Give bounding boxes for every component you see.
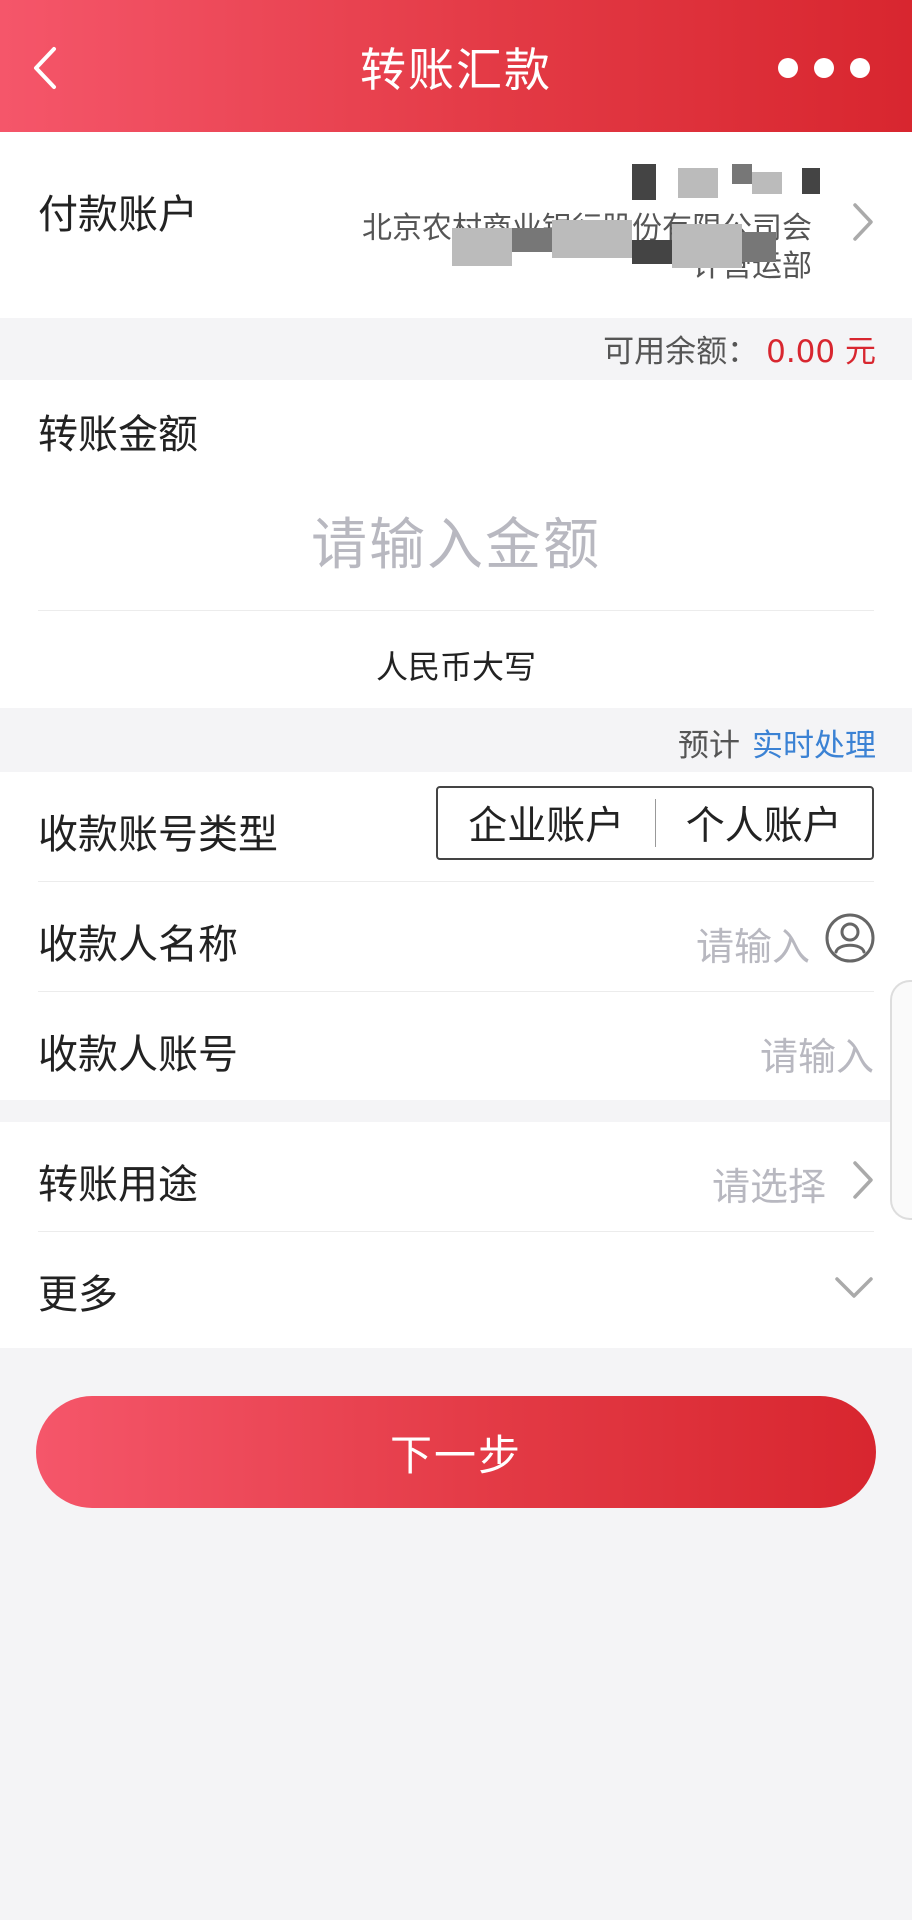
chevron-right-icon <box>852 202 874 246</box>
eta-label: 预计 <box>678 728 740 764</box>
estimated-processing: 预计 实时处理 <box>0 708 912 772</box>
payee-type-row: 收款账号类型 企业账户 个人账户 <box>0 772 912 882</box>
chevron-down-icon <box>834 1276 874 1304</box>
balance-label: 可用余额： <box>603 334 759 370</box>
transfer-amount-label: 转账金额 <box>38 412 198 458</box>
more-button[interactable] <box>778 48 870 88</box>
rmb-uppercase-label: 人民币大写 <box>375 648 536 686</box>
payer-account-label: 付款账户 <box>38 192 198 238</box>
more-dots-icon <box>778 58 798 78</box>
payee-type-corporate[interactable]: 企业账户 <box>438 795 655 851</box>
payee-name-input[interactable]: 请输入 <box>696 916 810 971</box>
payee-type-label: 收款账号类型 <box>38 812 278 858</box>
transfer-purpose-select[interactable]: 请选择 <box>712 1156 826 1211</box>
amount-input[interactable]: 请输入金额 <box>0 500 912 581</box>
more-options-row[interactable]: 更多 <box>0 1232 912 1342</box>
payee-type-personal[interactable]: 个人账户 <box>656 795 873 851</box>
payer-account-number-masked <box>482 162 820 202</box>
floating-edge-handle[interactable] <box>890 980 912 1220</box>
available-balance: 可用余额： 0.00 元 <box>0 318 912 380</box>
balance-amount: 0.00 元 <box>766 334 876 370</box>
payee-name-label: 收款人名称 <box>38 922 238 968</box>
eta-value: 实时处理 <box>752 728 876 764</box>
chevron-right-icon <box>852 1160 874 1204</box>
payee-account-row: 收款人账号 请输入 <box>0 992 912 1102</box>
more-options-label: 更多 <box>38 1272 118 1318</box>
transfer-amount-section: 转账金额 请输入金额 人民币大写 <box>0 380 912 708</box>
contact-person-icon[interactable] <box>824 912 876 964</box>
payer-account-row[interactable]: 付款账户 北京农村商业银行股份有限公司会 计营运部 <box>0 132 912 318</box>
transfer-purpose-label: 转账用途 <box>38 1162 198 1208</box>
extra-options-section: 转账用途 请选择 更多 <box>0 1122 912 1348</box>
nav-header: 转账汇款 <box>0 0 912 132</box>
payee-type-segmented-control: 企业账户 个人账户 <box>436 786 874 860</box>
payee-section: 收款账号类型 企业账户 个人账户 收款人名称 请输入 收款人账号 请输入 <box>0 772 912 1100</box>
next-step-button[interactable]: 下一步 <box>36 1396 876 1508</box>
payee-name-row: 收款人名称 请输入 <box>0 882 912 992</box>
transfer-purpose-row[interactable]: 转账用途 请选择 <box>0 1122 912 1232</box>
payee-account-input[interactable]: 请输入 <box>760 1026 874 1081</box>
page-title: 转账汇款 <box>360 43 552 97</box>
payee-account-label: 收款人账号 <box>38 1032 238 1078</box>
